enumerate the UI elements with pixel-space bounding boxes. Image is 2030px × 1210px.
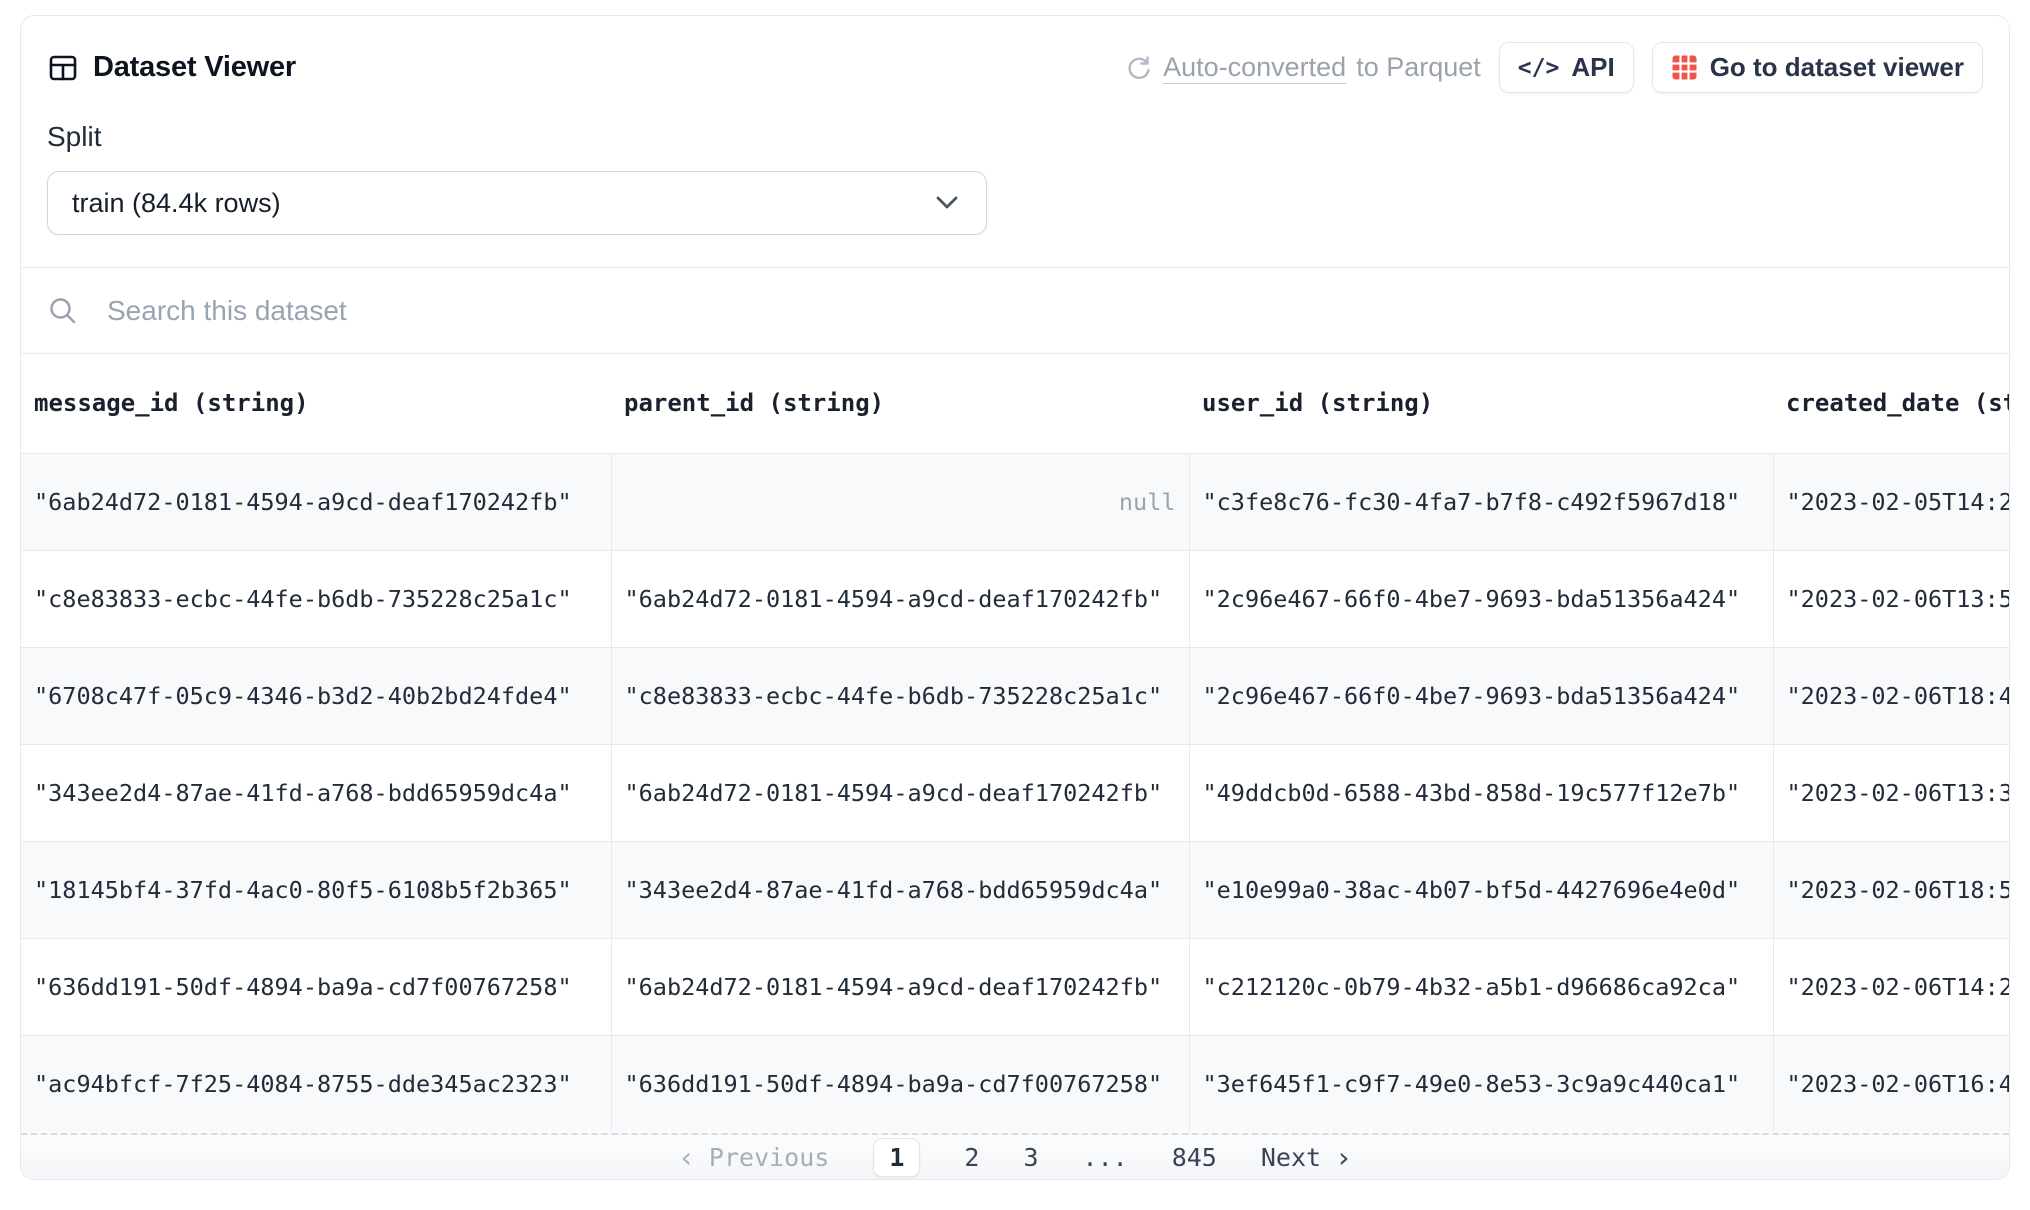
- page-button-3[interactable]: 3: [1023, 1143, 1038, 1172]
- table-row: "6ab24d72-0181-4594-a9cd-deaf170242fb" n…: [21, 453, 2009, 550]
- table-footer: ‹ Previous 1 2 3 ... 845 Next ›: [21, 1133, 2009, 1179]
- go-to-dataset-viewer-label: Go to dataset viewer: [1710, 52, 1964, 83]
- table-cell: "343ee2d4-87ae-41fd-a768-bdd65959dc4a": [21, 744, 611, 841]
- search-input[interactable]: [107, 295, 1983, 327]
- table-cell: "18145bf4-37fd-4ac0-80f5-6108b5f2b365": [21, 841, 611, 938]
- table-cell: "636dd191-50df-4894-ba9a-cd7f00767258": [21, 938, 611, 1035]
- split-select[interactable]: train (84.4k rows): [47, 171, 987, 235]
- auto-converted-text: Auto-converted: [1163, 52, 1346, 84]
- api-button[interactable]: </> API: [1499, 42, 1634, 93]
- search-bar: [21, 267, 2009, 353]
- table-cell: "6ab24d72-0181-4594-a9cd-deaf170242fb": [611, 550, 1189, 647]
- table-cell: "6708c47f-05c9-4346-b3d2-40b2bd24fde4": [21, 647, 611, 744]
- card-header: Dataset Viewer Auto-converted to Parquet: [21, 16, 2009, 267]
- table-row: "6708c47f-05c9-4346-b3d2-40b2bd24fde4" "…: [21, 647, 2009, 744]
- to-parquet-text: to Parquet: [1356, 52, 1481, 83]
- table-cell: "2023-02-06T18:5: [1773, 841, 2009, 938]
- page: Dataset Viewer Auto-converted to Parquet: [0, 0, 2030, 1210]
- table-cell: "2c96e467-66f0-4be7-9693-bda51356a424": [1189, 647, 1773, 744]
- table-cell: "2023-02-06T13:5: [1773, 550, 2009, 647]
- table-cell: "49ddcb0d-6588-43bd-858d-19c577f12e7b": [1189, 744, 1773, 841]
- api-button-label: API: [1571, 52, 1614, 83]
- table-cell: "2023-02-06T14:2: [1773, 938, 2009, 1035]
- refresh-icon: [1125, 54, 1153, 82]
- table-cell: "2023-02-05T14:2: [1773, 453, 2009, 550]
- go-to-dataset-viewer-button[interactable]: Go to dataset viewer: [1652, 42, 1983, 93]
- table-cell: "3ef645f1-c9f7-49e0-8e53-3c9a9c440ca1": [1189, 1035, 1773, 1132]
- table-cell: "6ab24d72-0181-4594-a9cd-deaf170242fb": [611, 938, 1189, 1035]
- table-cell: "c8e83833-ecbc-44fe-b6db-735228c25a1c": [611, 647, 1189, 744]
- dataset-viewer-card: Dataset Viewer Auto-converted to Parquet: [20, 15, 2010, 1180]
- previous-page-button[interactable]: ‹ Previous: [678, 1141, 829, 1174]
- auto-converted-link[interactable]: Auto-converted to Parquet: [1125, 52, 1481, 84]
- table-cell: "e10e99a0-38ac-4b07-bf5d-4427696e4e0d": [1189, 841, 1773, 938]
- header-actions: Auto-converted to Parquet </> API: [1125, 42, 1983, 93]
- chevron-right-icon: ›: [1335, 1141, 1352, 1174]
- page-title-text: Dataset Viewer: [93, 51, 296, 84]
- table-cell: "343ee2d4-87ae-41fd-a768-bdd65959dc4a": [611, 841, 1189, 938]
- column-header-created-date: created_date (string): [1773, 354, 2009, 453]
- table-cell: "2023-02-06T13:3: [1773, 744, 2009, 841]
- column-header-message-id: message_id (string): [21, 354, 611, 453]
- table-cell: "c8e83833-ecbc-44fe-b6db-735228c25a1c": [21, 550, 611, 647]
- table-cell: "ac94bfcf-7f25-4084-8755-dde345ac2323": [21, 1035, 611, 1132]
- table-row: "ac94bfcf-7f25-4084-8755-dde345ac2323" "…: [21, 1035, 2009, 1132]
- table-cell: "2023-02-06T16:4: [1773, 1035, 2009, 1132]
- table-cell: "2023-02-06T18:4: [1773, 647, 2009, 744]
- next-label: Next: [1261, 1143, 1321, 1172]
- page-ellipsis: ...: [1083, 1143, 1128, 1172]
- table-cell: "c3fe8c76-fc30-4fa7-b7f8-c492f5967d18": [1189, 453, 1773, 550]
- table-row: "636dd191-50df-4894-ba9a-cd7f00767258" "…: [21, 938, 2009, 1035]
- pagination: ‹ Previous 1 2 3 ... 845 Next ›: [678, 1138, 1352, 1177]
- data-table: message_id (string) parent_id (string) u…: [21, 354, 2009, 1132]
- table-row: "18145bf4-37fd-4ac0-80f5-6108b5f2b365" "…: [21, 841, 2009, 938]
- chevron-down-icon: [932, 194, 962, 212]
- split-select-value: train (84.4k rows): [72, 188, 281, 219]
- next-page-button[interactable]: Next ›: [1261, 1141, 1352, 1174]
- table-cell-null: null: [611, 453, 1189, 550]
- column-header-parent-id: parent_id (string): [611, 354, 1189, 453]
- table-cell: "6ab24d72-0181-4594-a9cd-deaf170242fb": [21, 453, 611, 550]
- split-label: Split: [47, 121, 1983, 153]
- search-icon: [47, 295, 79, 327]
- table-header-row: message_id (string) parent_id (string) u…: [21, 354, 2009, 453]
- table-cell: "c212120c-0b79-4b32-a5b1-d96686ca92ca": [1189, 938, 1773, 1035]
- column-header-user-id: user_id (string): [1189, 354, 1773, 453]
- data-table-wrap: message_id (string) parent_id (string) u…: [21, 353, 2009, 1133]
- page-button-2[interactable]: 2: [964, 1143, 979, 1172]
- page-button-845[interactable]: 845: [1172, 1143, 1217, 1172]
- chevron-left-icon: ‹: [678, 1141, 695, 1174]
- table-row: "343ee2d4-87ae-41fd-a768-bdd65959dc4a" "…: [21, 744, 2009, 841]
- page-button-1-current[interactable]: 1: [873, 1138, 920, 1177]
- table-cell: "2c96e467-66f0-4be7-9693-bda51356a424": [1189, 550, 1773, 647]
- grid-icon: [1671, 54, 1698, 81]
- table-cell: "636dd191-50df-4894-ba9a-cd7f00767258": [611, 1035, 1189, 1132]
- table-row: "c8e83833-ecbc-44fe-b6db-735228c25a1c" "…: [21, 550, 2009, 647]
- previous-label: Previous: [709, 1143, 829, 1172]
- table-cell: "6ab24d72-0181-4594-a9cd-deaf170242fb": [611, 744, 1189, 841]
- page-title: Dataset Viewer: [47, 51, 296, 84]
- code-icon: </>: [1518, 55, 1560, 81]
- table-icon: [47, 52, 79, 84]
